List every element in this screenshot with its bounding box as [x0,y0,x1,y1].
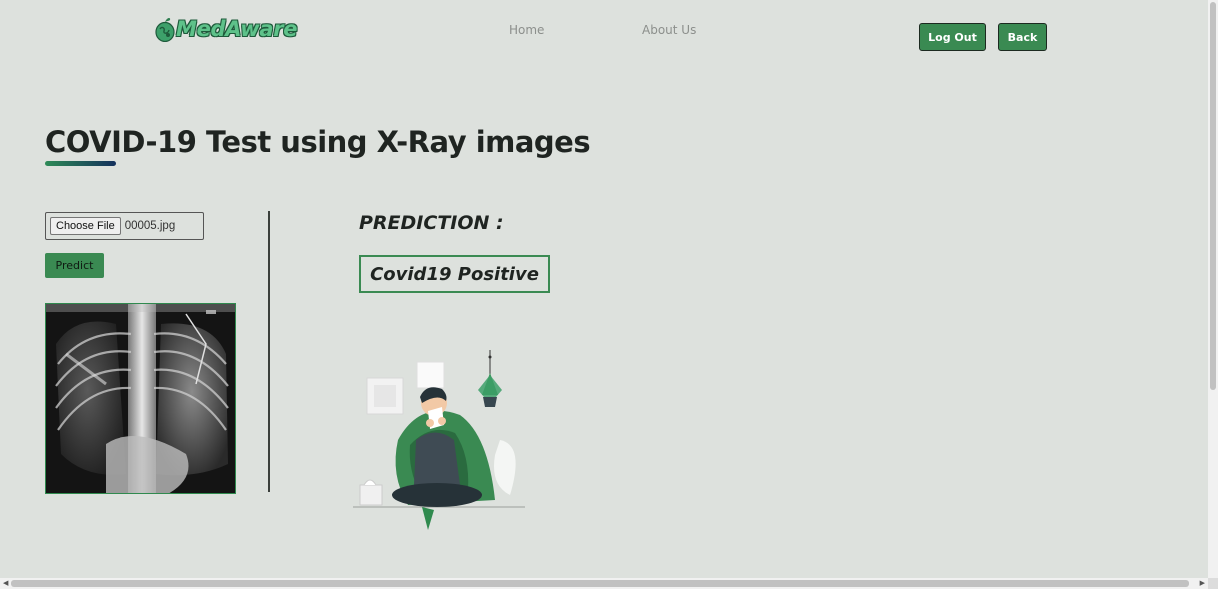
chest-xray-icon [46,304,235,493]
prediction-result-box: Covid19 Positive [359,255,550,293]
logo-text: MedAware [176,17,298,41]
prediction-label: PREDICTION : [359,212,504,234]
horizontal-scrollbar[interactable]: ◀ ▶ [0,578,1208,589]
scroll-right-arrow-icon[interactable]: ▶ [1200,580,1205,587]
vertical-scroll-thumb[interactable] [1210,2,1216,390]
heart-logo-icon [155,17,175,42]
column-divider [268,211,270,492]
nav-home-link[interactable]: Home [509,23,544,37]
logo[interactable]: MedAware [155,16,298,42]
title-underline [45,161,116,166]
horizontal-scroll-thumb[interactable] [11,580,1189,587]
sick-person-illustration [353,350,525,530]
xray-preview-image [45,303,236,494]
vertical-scrollbar[interactable] [1208,0,1218,578]
page-title: COVID-19 Test using X-Ray images [45,125,591,159]
nav-about-link[interactable]: About Us [642,23,696,37]
file-input[interactable]: Choose File 00005.jpg [45,212,204,240]
selected-file-name: 00005.jpg [124,220,176,232]
back-button[interactable]: Back [998,23,1047,51]
choose-file-button[interactable]: Choose File [50,217,121,235]
scroll-left-arrow-icon[interactable]: ◀ [3,580,8,587]
logout-button[interactable]: Log Out [919,23,986,51]
scrollbar-corner [1208,578,1218,589]
prediction-result: Covid19 Positive [370,263,539,285]
page: MedAware Home About Us Log Out Back COVI… [0,0,1218,589]
predict-button[interactable]: Predict [45,253,104,278]
